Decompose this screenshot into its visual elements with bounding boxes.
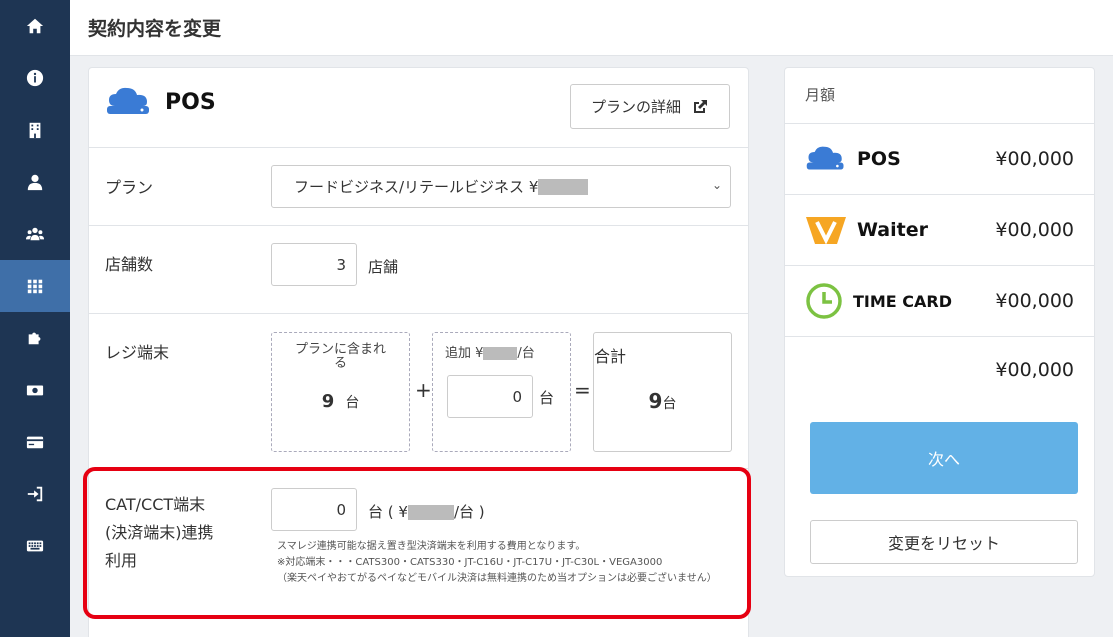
plan-select[interactable]: フードビジネス/リテールビジネス ¥ ⌄ bbox=[271, 165, 731, 208]
chevron-down-icon: ⌄ bbox=[711, 178, 722, 192]
fee-name-timecard: TIME CARD bbox=[853, 291, 953, 311]
fee-row-waiter: Waiter ¥00,000 bbox=[785, 195, 1094, 266]
stores-input[interactable]: 3 bbox=[271, 243, 357, 286]
sidebar-item-billing[interactable] bbox=[0, 416, 70, 468]
register-label: レジ端末 bbox=[105, 343, 170, 362]
sidebar-item-user[interactable] bbox=[0, 156, 70, 208]
highlight-frame bbox=[83, 467, 751, 619]
reset-button[interactable]: 変更をリセット bbox=[810, 520, 1078, 564]
register-row: レジ端末 プランに含まれる 9 台 + 追加 ¥/台 0 台 = 合計 9台 bbox=[89, 314, 748, 469]
plus-sign: + bbox=[415, 378, 432, 402]
fee-price-waiter: ¥00,000 bbox=[995, 219, 1074, 241]
users-icon bbox=[26, 227, 44, 241]
add-label-suffix: /台 bbox=[517, 346, 535, 361]
sidebar-item-login[interactable] bbox=[0, 468, 70, 520]
included-label: プランに含まれる bbox=[294, 342, 386, 371]
additional-terminals-input[interactable]: 0 bbox=[447, 375, 533, 418]
sidebar-item-apps[interactable] bbox=[0, 260, 70, 312]
credit-card-icon bbox=[26, 436, 44, 449]
masked-price bbox=[538, 178, 589, 195]
fee-price-pos: ¥00,000 bbox=[995, 148, 1074, 170]
total-label: 合計 bbox=[594, 347, 627, 366]
pos-cloud-icon bbox=[107, 87, 149, 114]
included-value: 9 bbox=[321, 391, 335, 412]
fee-total-price: ¥00,000 bbox=[995, 359, 1074, 381]
info-icon bbox=[26, 69, 44, 87]
money-icon bbox=[26, 385, 44, 396]
pos-logo: POS bbox=[105, 86, 216, 118]
stores-unit: 店舗 bbox=[368, 258, 399, 276]
keyboard-icon bbox=[26, 540, 44, 552]
sidebar-item-info[interactable] bbox=[0, 52, 70, 104]
grid-icon bbox=[27, 279, 43, 294]
total-value: 9 bbox=[648, 389, 663, 413]
stores-label: 店舗数 bbox=[105, 255, 154, 274]
monthly-fee-card: 月額 POS ¥00,000 Waiter ¥00,000 TIME CARD … bbox=[784, 67, 1095, 577]
sidebar-item-extensions[interactable] bbox=[0, 312, 70, 364]
total-terminals-box: 合計 9台 bbox=[593, 332, 732, 452]
included-unit: 台 bbox=[345, 395, 360, 411]
fee-row-pos: POS ¥00,000 bbox=[785, 124, 1094, 195]
page-header: 契約内容を変更 bbox=[70, 0, 1113, 56]
sidebar bbox=[0, 0, 70, 637]
sidebar-item-home[interactable] bbox=[0, 0, 70, 52]
plan-detail-button[interactable]: プランの詳細 bbox=[570, 84, 730, 129]
sign-in-icon bbox=[27, 486, 43, 502]
masked-price bbox=[483, 347, 518, 360]
page-title: 契約内容を変更 bbox=[88, 18, 222, 40]
fee-name-pos: POS bbox=[857, 148, 901, 170]
add-label-prefix: 追加 ¥ bbox=[445, 346, 484, 361]
sidebar-item-users[interactable] bbox=[0, 208, 70, 260]
sidebar-item-keyboard[interactable] bbox=[0, 520, 70, 572]
external-link-icon bbox=[694, 99, 707, 113]
product-name: POS bbox=[165, 89, 216, 115]
pos-cloud-icon bbox=[806, 146, 844, 170]
equals-sign: = bbox=[574, 378, 591, 402]
fee-total-row: ¥00,000 bbox=[785, 337, 1094, 407]
fee-row-timecard: TIME CARD ¥00,000 bbox=[785, 266, 1094, 337]
building-icon bbox=[29, 122, 41, 139]
next-button[interactable]: 次へ bbox=[810, 422, 1078, 494]
plan-label: プラン bbox=[105, 178, 154, 197]
fee-price-timecard: ¥00,000 bbox=[995, 290, 1074, 312]
total-unit: 台 bbox=[662, 396, 677, 412]
stores-row: 店舗数 3 店舗 bbox=[89, 226, 748, 314]
user-icon bbox=[27, 174, 43, 191]
additional-unit: 台 bbox=[539, 389, 555, 407]
sidebar-item-building[interactable] bbox=[0, 104, 70, 156]
sidebar-item-money[interactable] bbox=[0, 364, 70, 416]
monthly-fee-title: 月額 bbox=[785, 68, 1094, 124]
product-header: POS プランの詳細 bbox=[89, 68, 748, 148]
fee-name-waiter: Waiter bbox=[857, 219, 928, 241]
plan-row: プラン フードビジネス/リテールビジネス ¥ ⌄ bbox=[89, 148, 748, 226]
additional-terminals-box: 追加 ¥ /台 0 台 bbox=[432, 332, 571, 452]
home-icon bbox=[26, 18, 44, 34]
included-terminals-box: プランに含まれる 9 台 bbox=[271, 332, 410, 452]
puzzle-icon bbox=[28, 332, 41, 345]
clock-icon bbox=[806, 283, 842, 319]
waiter-logo-icon bbox=[806, 217, 846, 245]
